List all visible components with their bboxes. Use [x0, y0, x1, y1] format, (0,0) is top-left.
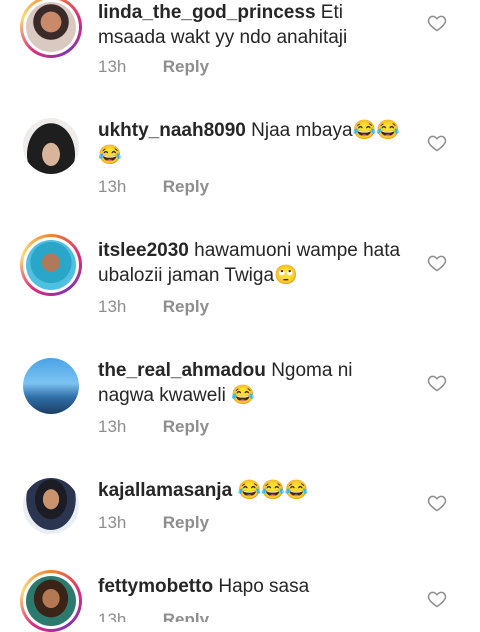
comment-username[interactable]: kajallamasanja	[98, 480, 232, 501]
story-ring[interactable]	[20, 570, 82, 632]
comment-body: Njaa mbaya	[251, 120, 353, 141]
heart-outline-icon[interactable]	[427, 13, 447, 33]
timestamp: 13h	[98, 57, 127, 76]
comment-text: the_real_ahmadou Ngoma ni nagwa kwaweli …	[98, 358, 408, 408]
comment-meta: 13h Reply	[98, 177, 209, 197]
avatar[interactable]	[26, 576, 76, 626]
timestamp: 13h	[98, 610, 127, 622]
avatar[interactable]	[26, 2, 76, 52]
avatar-frame	[20, 355, 82, 417]
comment-meta: 13h Reply	[98, 57, 209, 77]
reply-button[interactable]: Reply	[163, 513, 209, 532]
reply-button[interactable]: Reply	[163, 610, 209, 622]
comment-text: itslee2030 hawamuoni wampe hata ubalozii…	[98, 238, 408, 288]
timestamp: 13h	[98, 513, 127, 532]
comment-text: fettymobetto Hapo sasa	[98, 574, 408, 599]
heart-outline-icon[interactable]	[427, 493, 447, 513]
comment-username[interactable]: ukhty_naah8090	[98, 120, 246, 141]
comment-text: kajallamasanja 😂😂😂	[98, 478, 408, 503]
avatar-frame	[20, 115, 82, 177]
avatar[interactable]	[23, 118, 79, 174]
comment-username[interactable]: itslee2030	[98, 240, 189, 261]
reply-button[interactable]: Reply	[163, 177, 209, 196]
comment-body: Hapo sasa	[218, 576, 310, 597]
reply-button[interactable]: Reply	[163, 297, 209, 316]
reply-button[interactable]: Reply	[163, 57, 209, 76]
comment-emoji: 😂	[231, 385, 255, 406]
comment-emoji: 😂😂😂	[237, 480, 309, 501]
timestamp: 13h	[98, 177, 127, 196]
heart-outline-icon[interactable]	[427, 589, 447, 609]
comment-text: ukhty_naah8090 Njaa mbaya😂😂😂	[98, 118, 408, 168]
comment-meta: 13h Reply	[98, 417, 209, 437]
comment-text: linda_the_god_princess Eti msaada wakt y…	[98, 0, 408, 50]
comment-username[interactable]: fettymobetto	[98, 576, 213, 597]
story-ring[interactable]	[20, 0, 82, 58]
comment-meta: 13h Reply	[98, 297, 209, 317]
heart-outline-icon[interactable]	[427, 373, 447, 393]
reply-button[interactable]: Reply	[163, 417, 209, 436]
story-ring[interactable]	[20, 234, 82, 296]
avatar[interactable]	[23, 358, 79, 414]
comment-emoji: 🙄	[274, 265, 298, 286]
avatar[interactable]	[26, 240, 76, 290]
heart-outline-icon[interactable]	[427, 253, 447, 273]
comment-username[interactable]: linda_the_god_princess	[98, 2, 316, 23]
comment-username[interactable]: the_real_ahmadou	[98, 360, 266, 381]
comment-meta: 13h Reply	[98, 609, 209, 622]
heart-outline-icon[interactable]	[427, 133, 447, 153]
comment-meta: 13h Reply	[98, 513, 209, 533]
avatar[interactable]	[23, 478, 79, 534]
timestamp: 13h	[98, 297, 127, 316]
avatar-frame	[20, 475, 82, 537]
timestamp: 13h	[98, 417, 127, 436]
